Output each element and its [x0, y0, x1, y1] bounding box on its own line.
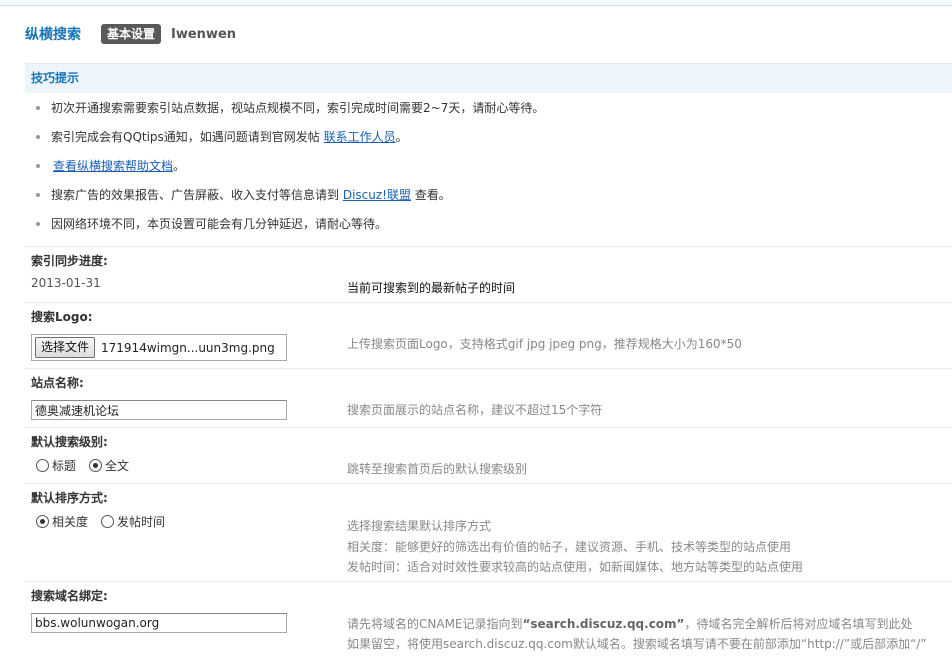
sort-time-radio[interactable] [101, 515, 115, 528]
tip-text: 查看纵横搜索帮助文档。 [53, 159, 186, 173]
bullet-icon [36, 106, 40, 110]
level-fulltext-radio[interactable] [89, 459, 103, 472]
bullet-icon [36, 164, 40, 168]
default-sort-label: 默认排序方式: [31, 491, 108, 505]
default-sort-desc-relevance: 相关度：能够更好的筛选出有价值的帖子，建议资源、手机、技术等类型的站点使用 [347, 540, 792, 554]
index-progress-label: 索引同步进度: [31, 254, 108, 268]
choose-file-button[interactable]: 选择文件 [35, 337, 96, 358]
site-name-input[interactable] [31, 400, 287, 420]
domain-desc-default: 如果留空，将使用search.discuz.qq.com默认域名。搜索域名填写请… [347, 637, 927, 651]
site-name-desc: 搜索页面展示的站点名称，建议不超过15个字符 [347, 403, 603, 417]
page-header: 纵横搜索 基本设置 Iwenwen [25, 24, 236, 44]
level-title-radio[interactable] [36, 459, 49, 472]
divider [25, 302, 952, 303]
index-progress-value: 2013-01-31 [31, 276, 101, 290]
divider [25, 581, 952, 582]
discuz-union-link[interactable]: Discuz!联盟 [343, 188, 411, 202]
sort-relevance-radio[interactable] [36, 515, 49, 528]
divider [25, 246, 952, 247]
tip-text: 索引完成会有QQtips通知，如遇问题请到官网发帖 联系工作人员。 [51, 130, 408, 144]
top-border [0, 0, 952, 6]
cname-target: “search.discuz.qq.com” [522, 617, 685, 631]
domain-desc: 请先将域名的CNAME记录指向到“search.discuz.qq.com”，待… [347, 617, 913, 631]
default-sort-options: 相关度 发帖时间 [36, 513, 178, 530]
default-sort-desc: 选择搜索结果默认排序方式 [347, 519, 492, 533]
tab-user[interactable]: Iwenwen [171, 27, 236, 42]
domain-label: 搜索域名绑定: [31, 589, 108, 603]
file-name: 171914wimgn...uun3mg.png [101, 340, 275, 355]
index-progress-desc: 当前可搜索到的最新帖子的时间 [347, 281, 516, 295]
default-level-label: 默认搜索级别: [31, 435, 108, 449]
bullet-icon [36, 135, 40, 139]
default-level-options: 标题 全文 [36, 457, 142, 474]
tips-heading: 技巧提示 [25, 63, 952, 93]
default-sort-desc-time: 发帖时间：适合对时效性要求较高的站点使用，如新闻媒体、地方站等类型的站点使用 [347, 560, 804, 574]
bullet-icon [36, 222, 40, 226]
sort-time-label[interactable]: 发帖时间 [117, 513, 165, 530]
logo-label: 搜索Logo: [31, 310, 93, 324]
sort-relevance-label[interactable]: 相关度 [52, 513, 88, 530]
tip-text: 搜索广告的效果报告、广告屏蔽、收入支付等信息请到 Discuz!联盟 查看。 [51, 188, 451, 202]
help-doc-link[interactable]: 查看纵横搜索帮助文档 [53, 159, 173, 173]
bullet-icon [36, 193, 40, 197]
divider [25, 483, 952, 484]
domain-input[interactable] [31, 613, 287, 633]
default-level-desc: 跳转至搜索首页后的默认搜索级别 [347, 462, 528, 476]
divider [25, 368, 952, 369]
level-fulltext-label[interactable]: 全文 [105, 457, 129, 474]
contact-staff-link[interactable]: 联系工作人员 [324, 130, 396, 144]
level-title-label[interactable]: 标题 [52, 457, 76, 474]
tip-text: 因网络环境不同，本页设置可能会有几分钟延迟，请耐心等待。 [51, 217, 388, 231]
site-name-label: 站点名称: [31, 376, 84, 390]
app-title[interactable]: 纵横搜索 [25, 24, 81, 44]
divider [25, 427, 952, 428]
logo-desc: 上传搜索页面Logo，支持格式gif jpg jpeg png，推荐规格大小为1… [347, 337, 742, 351]
tab-basic-settings[interactable]: 基本设置 [101, 24, 162, 44]
tip-text: 初次开通搜索需要索引站点数据，视站点规模不同，索引完成时间需要2~7天，请耐心等… [51, 101, 545, 115]
logo-file-input[interactable]: 选择文件 171914wimgn...uun3mg.png [31, 334, 287, 361]
